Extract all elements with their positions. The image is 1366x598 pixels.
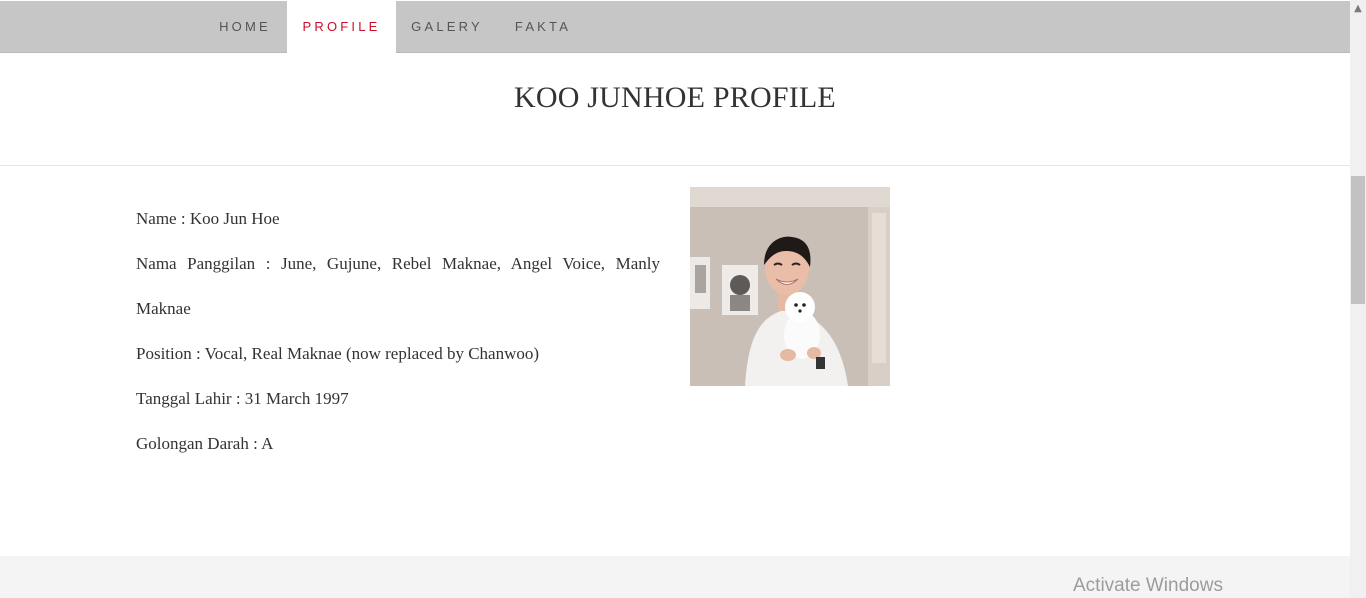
profile-position: Position : Vocal, Real Maknae (now repla… [136, 344, 540, 363]
nav-home[interactable]: HOME [204, 1, 286, 52]
vertical-scrollbar[interactable]: ▲ [1350, 0, 1366, 598]
profile-photo [690, 187, 890, 386]
profile-blood-type: Golongan Darah : A [136, 434, 274, 453]
title-section: KOO JUNHOE PROFILE [0, 53, 1350, 166]
nav-galery[interactable]: GALERY [396, 1, 498, 52]
page: HOME PROFILE GALERY FAKTA KOO JUNHOE PRO… [0, 0, 1366, 598]
profile-details: Name : Koo Jun Hoe Nama Panggilan : June… [127, 196, 660, 466]
nav-profile[interactable]: PROFILE [287, 1, 396, 53]
profile-birthdate: Tanggal Lahir : 31 March 1997 [136, 389, 349, 408]
page-title: KOO JUNHOE PROFILE [514, 81, 836, 114]
activate-windows-watermark: Activate Windows [1073, 575, 1223, 596]
scroll-thumb[interactable] [1351, 176, 1365, 304]
profile-name: Name : Koo Jun Hoe [136, 209, 280, 228]
nav-fakta[interactable]: FAKTA [498, 1, 588, 52]
top-nav: HOME PROFILE GALERY FAKTA [0, 1, 1350, 53]
profile-nickname: Nama Panggilan : June, Gujune, Rebel Mak… [136, 254, 660, 318]
scroll-up-arrow-icon[interactable]: ▲ [1350, 0, 1366, 18]
